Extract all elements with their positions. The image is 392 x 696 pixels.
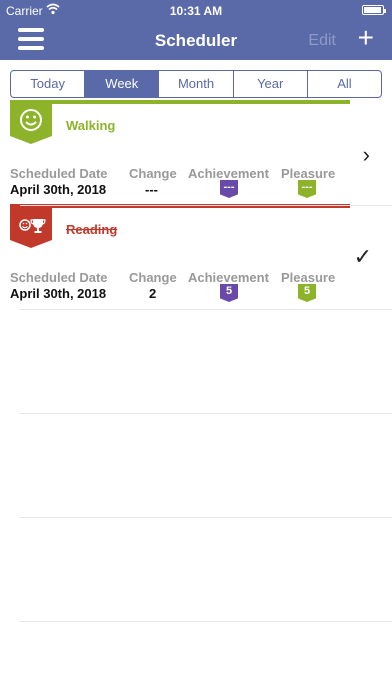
row-divider bbox=[20, 205, 392, 206]
change-label: Change bbox=[129, 270, 177, 285]
pleasure-label: Pleasure bbox=[281, 166, 336, 181]
smiley-icon bbox=[10, 100, 52, 144]
segment-today[interactable]: Today bbox=[11, 71, 86, 97]
pleasure-badge: --- bbox=[298, 180, 316, 198]
activity-name: Reading bbox=[66, 222, 118, 237]
change-label: Change bbox=[129, 166, 177, 181]
battery-icon bbox=[362, 5, 386, 15]
activity-row-walking[interactable]: Walking › Scheduled Date Change Achievem… bbox=[0, 100, 392, 204]
status-time: 10:31 AM bbox=[169, 4, 223, 18]
pleasure-label: Pleasure bbox=[281, 270, 336, 285]
achievement-label: Achievement bbox=[188, 270, 269, 285]
achievement-badge: 5 bbox=[220, 284, 238, 302]
row-divider bbox=[20, 517, 392, 518]
segment-month[interactable]: Month bbox=[159, 71, 234, 97]
segment-all[interactable]: All bbox=[308, 71, 381, 97]
row-divider bbox=[20, 621, 392, 622]
pleasure-badge: 5 bbox=[298, 284, 316, 302]
smiley-trophy-icon bbox=[10, 204, 52, 248]
checkmark-icon: ✓ bbox=[353, 244, 372, 269]
row-divider bbox=[20, 413, 392, 414]
nav-bar: Scheduler Edit + bbox=[0, 20, 392, 60]
segment-year[interactable]: Year bbox=[234, 71, 308, 97]
activity-list: Walking › Scheduled Date Change Achievem… bbox=[0, 100, 392, 308]
add-button[interactable]: + bbox=[358, 24, 374, 52]
scheduled-date-value: April 30th, 2018 bbox=[10, 182, 107, 197]
row-divider bbox=[20, 309, 392, 310]
scheduled-date-label: Scheduled Date bbox=[10, 166, 108, 181]
status-bar: Carrier 10:31 AM bbox=[0, 0, 392, 20]
scheduled-date-value: April 30th, 2018 bbox=[10, 286, 107, 301]
edit-button[interactable]: Edit bbox=[308, 32, 336, 50]
chevron-right-icon[interactable]: › bbox=[363, 142, 370, 168]
activity-color-bar bbox=[10, 100, 350, 104]
activity-row-reading[interactable]: Reading ✓ Scheduled Date Change Achievem… bbox=[0, 204, 392, 308]
achievement-badge: --- bbox=[220, 180, 238, 198]
change-value: --- bbox=[145, 182, 158, 197]
achievement-label: Achievement bbox=[188, 166, 269, 181]
activity-name: Walking bbox=[66, 118, 116, 133]
scheduled-date-label: Scheduled Date bbox=[10, 270, 108, 285]
change-value: 2 bbox=[149, 286, 157, 301]
period-segmented-control: Today Week Month Year All bbox=[10, 70, 382, 98]
segment-week[interactable]: Week bbox=[85, 71, 160, 97]
